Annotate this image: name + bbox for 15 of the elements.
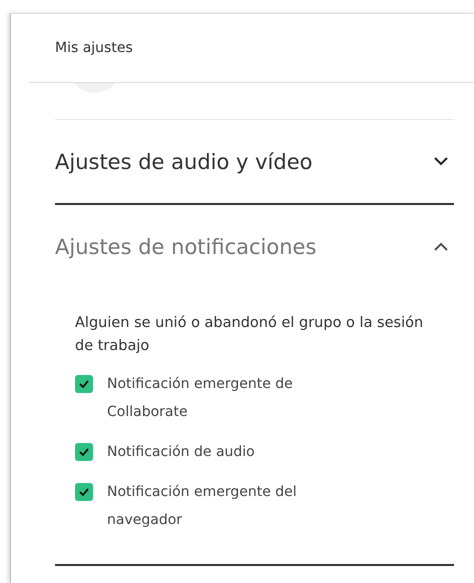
check-icon [79,448,89,456]
option-label: Notificación emergente del navegador [107,483,298,530]
chevron-icon [434,242,448,251]
section-header[interactable]: Ajustes de notificaciones [55,205,454,288]
checkbox[interactable] [75,375,93,393]
option-label: Notificación de audio [107,443,256,462]
chevron-icon [434,157,448,166]
check-icon [79,488,89,496]
panel-title: Mis ajustes [55,40,133,56]
option-label: Notificación emergente de Collaborate [107,375,294,422]
checkbox[interactable] [75,483,93,501]
section-header[interactable]: Ajustes de audio y vídeo [55,120,454,203]
check-icon [79,380,89,388]
checkbox[interactable] [75,443,93,461]
group-label: Alguien se unió o abandonó el grupo o la sesión de trabajo [75,314,424,356]
